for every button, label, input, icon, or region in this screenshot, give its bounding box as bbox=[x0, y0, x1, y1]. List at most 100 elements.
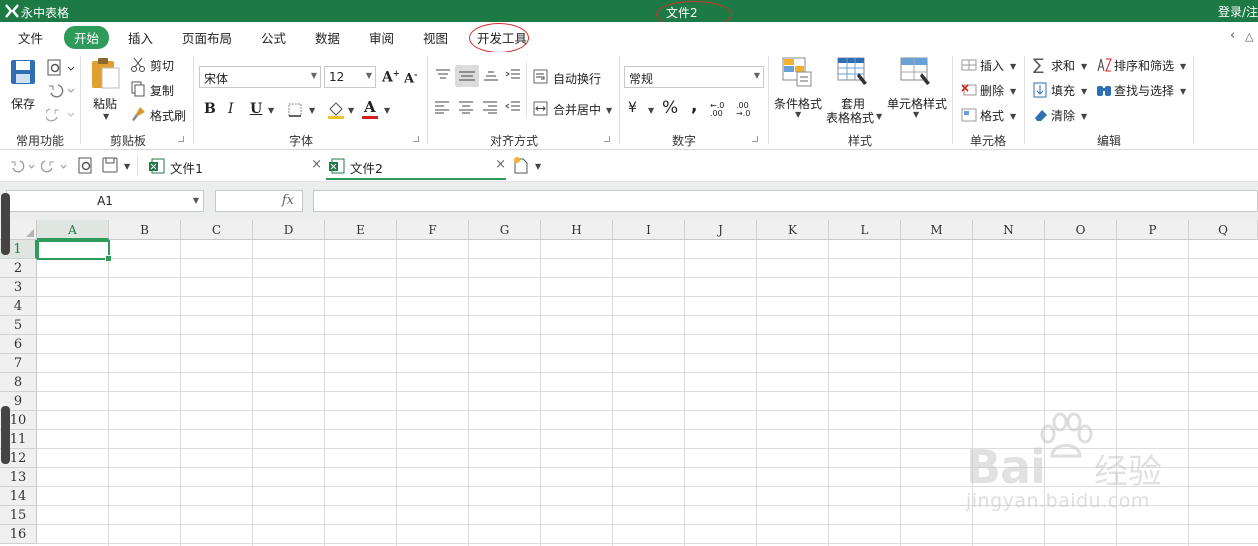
cut-button[interactable]: 剪切 bbox=[150, 57, 174, 74]
number-launcher-icon[interactable] bbox=[752, 136, 758, 142]
sum-icon[interactable]: ∑ bbox=[1033, 55, 1044, 74]
column-header[interactable]: C bbox=[181, 220, 253, 240]
menu-view[interactable]: 视图 bbox=[423, 28, 448, 47]
column-header[interactable]: N bbox=[973, 220, 1045, 240]
italic-button[interactable]: I bbox=[228, 101, 234, 117]
column-header[interactable]: E bbox=[325, 220, 397, 240]
fill-color-dropdown-icon[interactable]: ▼ bbox=[348, 106, 354, 115]
column-header[interactable]: A bbox=[37, 220, 109, 240]
decrease-decimal-button[interactable]: .00 →.0 bbox=[736, 102, 756, 118]
cell-styles-icon[interactable] bbox=[900, 57, 932, 87]
copy-icon[interactable] bbox=[130, 81, 146, 97]
merge-dropdown-icon[interactable]: ▼ bbox=[606, 106, 612, 115]
column-header[interactable]: I bbox=[613, 220, 685, 240]
alignment-launcher-icon[interactable] bbox=[604, 136, 610, 142]
merge-center-icon[interactable] bbox=[533, 101, 548, 116]
new-document-dropdown-icon[interactable]: ▼ bbox=[535, 162, 541, 171]
clipboard-launcher-icon[interactable] bbox=[178, 136, 184, 142]
column-header[interactable]: G bbox=[469, 220, 541, 240]
currency-button[interactable]: ¥ bbox=[628, 100, 637, 116]
format-cells-dropdown-icon[interactable]: ▼ bbox=[1010, 112, 1016, 121]
menu-insert[interactable]: 插入 bbox=[128, 28, 153, 47]
sort-filter-dropdown-icon[interactable]: ▼ bbox=[1180, 62, 1186, 71]
chevron-down-icon[interactable]: ▼ bbox=[193, 196, 199, 205]
menu-formulas[interactable]: 公式 bbox=[261, 28, 286, 47]
column-header[interactable]: D bbox=[253, 220, 325, 240]
binoculars-icon[interactable] bbox=[1096, 82, 1112, 98]
sort-filter-icon[interactable] bbox=[1096, 57, 1112, 73]
save-icon[interactable] bbox=[102, 157, 118, 173]
undo-icon[interactable] bbox=[9, 158, 35, 174]
save-icon[interactable] bbox=[9, 58, 37, 86]
row-header[interactable]: 6 bbox=[0, 335, 37, 354]
grow-font-button[interactable]: A+ bbox=[382, 68, 400, 86]
menu-data[interactable]: 数据 bbox=[315, 28, 340, 47]
table-format-button[interactable]: 表格格式 bbox=[826, 109, 874, 126]
paste-icon[interactable] bbox=[89, 56, 121, 90]
column-header[interactable]: B bbox=[109, 220, 181, 240]
currency-dropdown-icon[interactable]: ▼ bbox=[648, 106, 654, 115]
format-painter-icon[interactable] bbox=[130, 106, 146, 122]
delete-cells-icon[interactable] bbox=[961, 82, 977, 98]
wrap-text-icon[interactable] bbox=[533, 69, 548, 84]
login-link[interactable]: 登录/注 bbox=[1218, 3, 1258, 20]
menu-home[interactable]: 开始 bbox=[64, 26, 110, 49]
column-header[interactable]: M bbox=[901, 220, 973, 240]
quick-access-dropdown-icon[interactable]: ▼ bbox=[124, 162, 130, 171]
fill-dropdown-icon[interactable]: ▼ bbox=[1081, 87, 1087, 96]
insert-cells-dropdown-icon[interactable]: ▼ bbox=[1010, 62, 1016, 71]
paste-button[interactable]: 粘贴 bbox=[93, 95, 117, 112]
align-center-icon[interactable] bbox=[458, 100, 474, 114]
active-cell-selection[interactable] bbox=[37, 240, 112, 262]
sort-filter-button[interactable]: 排序和筛选 bbox=[1114, 57, 1174, 74]
doc-tab-file2[interactable]: 文件2 × bbox=[326, 152, 506, 180]
scroll-handle[interactable] bbox=[1, 193, 10, 255]
row-header[interactable]: 4 bbox=[0, 297, 37, 316]
fill-down-icon[interactable] bbox=[1033, 82, 1047, 98]
row-header[interactable]: 5 bbox=[0, 316, 37, 335]
close-icon[interactable]: × bbox=[311, 157, 322, 172]
table-format-dropdown-icon[interactable]: ▼ bbox=[876, 112, 882, 121]
merge-center-button[interactable]: 合并居中 bbox=[553, 101, 601, 118]
redo-icon[interactable] bbox=[46, 106, 76, 122]
font-size-select[interactable]: 12 ▼ bbox=[324, 66, 376, 88]
conditional-format-dropdown-icon[interactable]: ▼ bbox=[795, 110, 801, 119]
find-select-dropdown-icon[interactable]: ▼ bbox=[1180, 87, 1186, 96]
format-cells-icon[interactable] bbox=[961, 107, 977, 123]
menu-review[interactable]: 审阅 bbox=[369, 28, 394, 47]
row-header[interactable]: 2 bbox=[0, 259, 37, 278]
print-preview-icon[interactable] bbox=[46, 58, 76, 78]
align-right-icon[interactable] bbox=[482, 100, 498, 114]
close-icon[interactable]: × bbox=[495, 157, 506, 172]
border-icon[interactable] bbox=[287, 102, 303, 118]
delete-cells-dropdown-icon[interactable]: ▼ bbox=[1010, 87, 1016, 96]
collapse-ribbon-icon[interactable]: △ bbox=[1245, 30, 1253, 43]
percent-button[interactable]: % bbox=[662, 98, 678, 118]
column-header[interactable]: F bbox=[397, 220, 469, 240]
align-left-icon[interactable] bbox=[434, 100, 450, 114]
increase-decimal-button[interactable]: ←.0 .00 bbox=[710, 102, 730, 118]
shrink-font-button[interactable]: A- bbox=[404, 69, 417, 86]
sum-dropdown-icon[interactable]: ▼ bbox=[1081, 62, 1087, 71]
align-top-icon[interactable] bbox=[435, 68, 451, 82]
save-button[interactable]: 保存 bbox=[11, 95, 35, 112]
print-preview-icon[interactable] bbox=[78, 157, 94, 175]
clear-dropdown-icon[interactable]: ▼ bbox=[1081, 112, 1087, 121]
sum-button[interactable]: 求和 bbox=[1051, 57, 1075, 74]
font-family-select[interactable]: 宋体 ▼ bbox=[199, 66, 321, 88]
scissors-icon[interactable] bbox=[130, 57, 146, 73]
format-painter-button[interactable]: 格式刷 bbox=[150, 107, 186, 124]
underline-button[interactable]: U bbox=[250, 101, 262, 117]
scroll-handle[interactable] bbox=[1, 406, 10, 464]
undo-icon[interactable] bbox=[46, 82, 76, 98]
paste-dropdown-icon[interactable]: ▼ bbox=[103, 112, 109, 121]
border-dropdown-icon[interactable]: ▼ bbox=[309, 106, 315, 115]
wrap-text-button[interactable]: 自动换行 bbox=[553, 70, 601, 87]
font-color-button[interactable]: A bbox=[364, 98, 376, 116]
row-header[interactable]: 15 bbox=[0, 506, 37, 525]
column-header[interactable]: O bbox=[1045, 220, 1117, 240]
row-header[interactable]: 3 bbox=[0, 278, 37, 297]
column-header[interactable]: H bbox=[541, 220, 613, 240]
column-header[interactable]: Q bbox=[1189, 220, 1258, 240]
font-launcher-icon[interactable] bbox=[413, 136, 419, 142]
